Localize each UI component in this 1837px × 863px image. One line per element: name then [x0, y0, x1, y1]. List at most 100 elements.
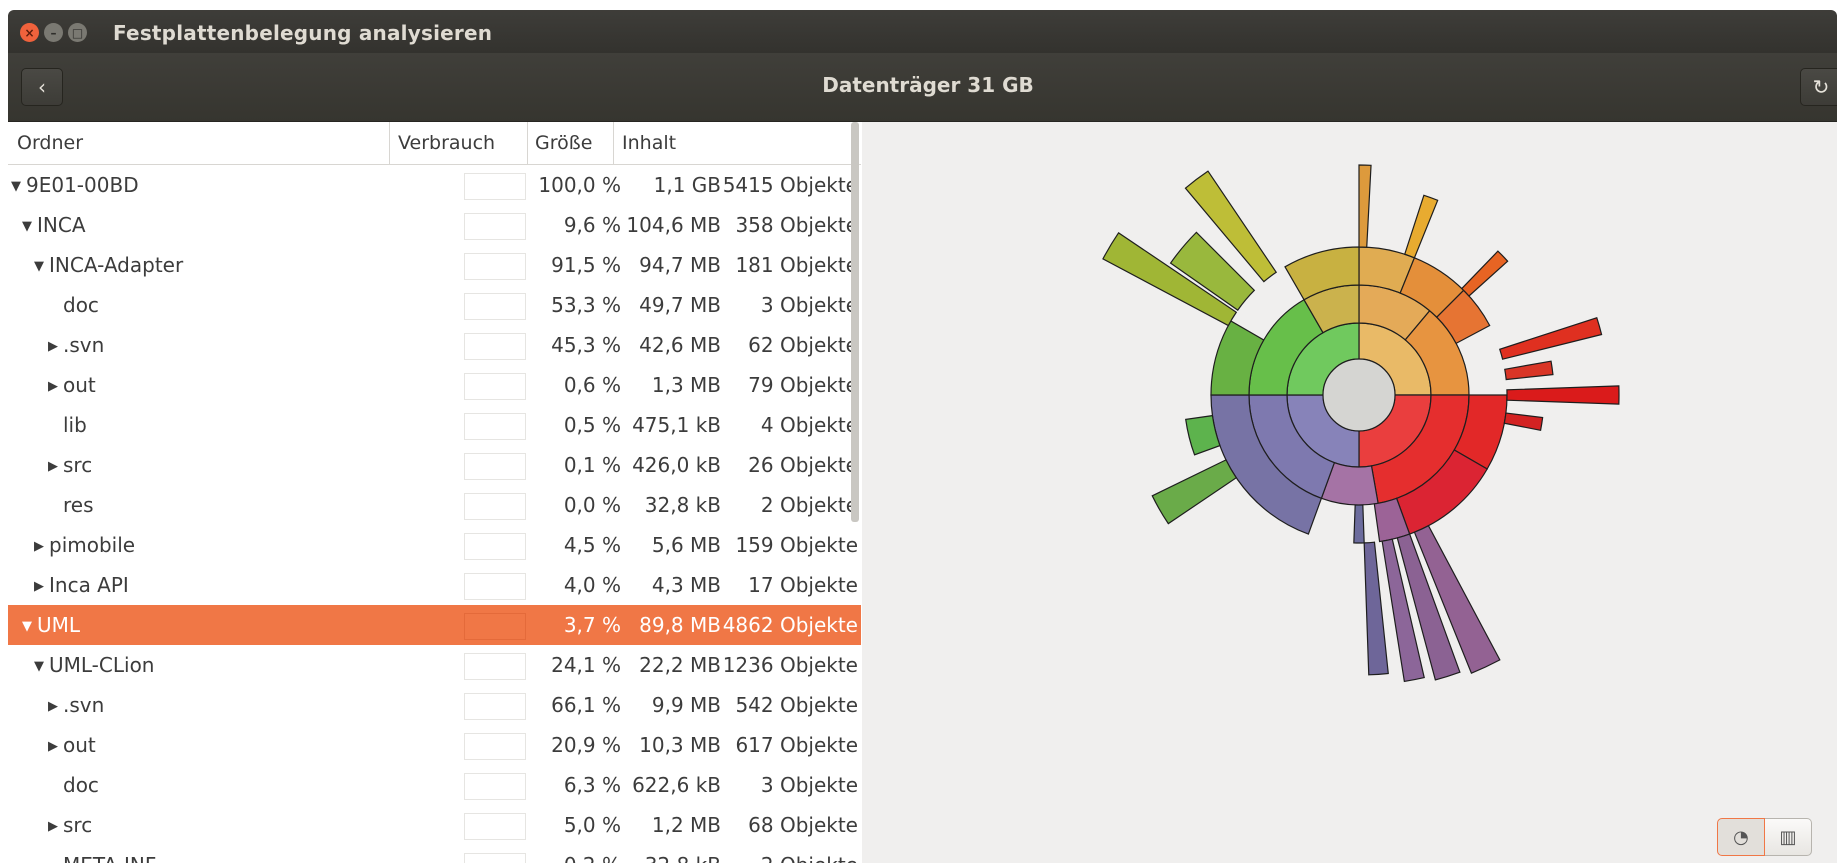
tree-row[interactable]: ▼ UML-CLion 24,1 % 22,2 MB 1236 Objekte: [8, 645, 861, 685]
column-header-inhalt[interactable]: Inhalt: [622, 132, 676, 154]
tree-row[interactable]: META-INF 0,2 % 32,8 kB 2 Objekte: [8, 845, 861, 863]
folder-name: ▶ src: [48, 453, 92, 477]
expander-arrow-icon[interactable]: ▶: [48, 819, 61, 834]
ring-segment[interactable]: [1151, 459, 1238, 525]
ring-chart-center[interactable]: [1322, 358, 1396, 432]
treemap-view-button[interactable]: ▥: [1765, 818, 1812, 856]
ring-segment[interactable]: [1503, 412, 1544, 432]
tree-row[interactable]: res 0,0 % 32,8 kB 2 Objekte: [8, 485, 861, 525]
tree-row[interactable]: ▼ INCA 9,6 % 104,6 MB 358 Objekte: [8, 205, 861, 245]
item-count: 159 Objekte: [735, 533, 858, 557]
tree-row[interactable]: ▶ src 5,0 % 1,2 MB 68 Objekte: [8, 805, 861, 845]
expander-arrow-icon[interactable]: ▶: [48, 739, 61, 754]
tree-row[interactable]: ▶ .svn 45,3 % 42,6 MB 62 Objekte: [8, 325, 861, 365]
item-count: 3 Objekte: [760, 773, 858, 797]
tree-row[interactable]: ▼ UML 3,7 % 89,8 MB 4862 Objekte: [8, 605, 861, 645]
folder-label: META-INF: [63, 853, 156, 863]
item-count: 2 Objekte: [760, 493, 858, 517]
usage-bar: [464, 213, 526, 240]
ring-segment[interactable]: [1353, 504, 1365, 544]
ring-segment[interactable]: [1363, 541, 1389, 676]
reload-button[interactable]: ↻: [1800, 68, 1837, 106]
folder-label: .svn: [63, 693, 105, 717]
tree-row[interactable]: lib 0,5 % 475,1 kB 4 Objekte: [8, 405, 861, 445]
item-count: 17 Objekte: [748, 573, 858, 597]
column-header-verbrauch[interactable]: Verbrauch: [398, 132, 495, 154]
folder-name: ▼ 9E01-00BD: [11, 173, 139, 197]
usage-percent: 20,9 %: [551, 733, 621, 757]
usage-bar: [464, 733, 526, 760]
item-count: 1236 Objekte: [722, 653, 858, 677]
ring-segment[interactable]: [1460, 250, 1509, 297]
folder-name: ▶ .svn: [48, 693, 104, 717]
ring-chart[interactable]: [862, 122, 1837, 863]
tree-row[interactable]: ▶ out 0,6 % 1,3 MB 79 Objekte: [8, 365, 861, 405]
usage-bar: [464, 693, 526, 720]
usage-bar: [464, 453, 526, 480]
column-divider[interactable]: [389, 122, 390, 164]
folder-size: 1,3 MB: [651, 373, 721, 397]
ring-segment[interactable]: [1498, 316, 1603, 360]
column-divider[interactable]: [613, 122, 614, 164]
usage-percent: 3,7 %: [563, 613, 621, 637]
window-close-button[interactable]: ×: [20, 23, 39, 42]
usage-bar: [464, 573, 526, 600]
expander-arrow-icon[interactable]: ▼: [34, 659, 47, 674]
folder-name: res: [63, 493, 94, 517]
folder-label: 9E01-00BD: [26, 173, 139, 197]
usage-percent: 5,0 %: [563, 813, 621, 837]
tree-row[interactable]: ▶ Inca API 4,0 % 4,3 MB 17 Objekte: [8, 565, 861, 605]
expander-arrow-icon[interactable]: ▶: [34, 539, 47, 554]
folder-label: UML-CLion: [49, 653, 155, 677]
window-controls: × – □: [20, 23, 87, 42]
usage-percent: 24,1 %: [551, 653, 621, 677]
expander-arrow-icon[interactable]: ▶: [34, 579, 47, 594]
folder-size: 42,6 MB: [639, 333, 721, 357]
expander-arrow-icon[interactable]: ▶: [48, 459, 61, 474]
column-header-groesse[interactable]: Größe: [535, 132, 592, 154]
folder-size: 475,1 kB: [632, 413, 721, 437]
expander-arrow-icon[interactable]: ▼: [22, 619, 35, 634]
window-maximize-button[interactable]: □: [68, 23, 87, 42]
tree-row[interactable]: ▶ pimobile 4,5 % 5,6 MB 159 Objekte: [8, 525, 861, 565]
expander-arrow-icon[interactable]: ▶: [48, 379, 61, 394]
tree-row[interactable]: ▶ out 20,9 % 10,3 MB 617 Objekte: [8, 725, 861, 765]
tree-row[interactable]: ▼ 9E01-00BD 100,0 % 1,1 GB 5415 Objekte: [8, 165, 861, 205]
tree-row[interactable]: ▶ src 0,1 % 426,0 kB 26 Objekte: [8, 445, 861, 485]
usage-bar: [464, 813, 526, 840]
tree-scrollbar[interactable]: [851, 122, 859, 522]
usage-bar: [464, 653, 526, 680]
folder-size: 22,2 MB: [639, 653, 721, 677]
folder-label: INCA: [37, 213, 86, 237]
tree-row[interactable]: ▶ .svn 66,1 % 9,9 MB 542 Objekte: [8, 685, 861, 725]
usage-percent: 91,5 %: [551, 253, 621, 277]
folder-size: 1,2 MB: [651, 813, 721, 837]
expander-arrow-icon[interactable]: ▼: [11, 179, 24, 194]
expander-arrow-icon[interactable]: ▶: [48, 699, 61, 714]
column-header-ordner[interactable]: Ordner: [17, 132, 83, 154]
header-bar: ‹ Datenträger 31 GB ↻: [8, 53, 1837, 122]
folder-label: lib: [63, 413, 87, 437]
column-divider[interactable]: [527, 122, 528, 164]
ring-segment[interactable]: [1403, 194, 1439, 259]
ring-segment[interactable]: [1358, 164, 1372, 248]
rings-view-button[interactable]: ◔: [1717, 818, 1765, 856]
ring-segment[interactable]: [1504, 360, 1554, 381]
folder-size: 104,6 MB: [626, 213, 721, 237]
expander-arrow-icon[interactable]: ▼: [22, 219, 35, 234]
folder-label: doc: [63, 773, 99, 797]
folder-size: 89,8 MB: [639, 613, 721, 637]
folder-label: src: [63, 453, 93, 477]
tree-row[interactable]: ▼ INCA-Adapter 91,5 % 94,7 MB 181 Objekte: [8, 245, 861, 285]
folder-size: 426,0 kB: [632, 453, 721, 477]
window-minimize-button[interactable]: –: [44, 23, 63, 42]
item-count: 617 Objekte: [735, 733, 858, 757]
tree-row[interactable]: doc 6,3 % 622,6 kB 3 Objekte: [8, 765, 861, 805]
usage-bar: [464, 373, 526, 400]
expander-arrow-icon[interactable]: ▼: [34, 259, 47, 274]
ring-segment[interactable]: [1506, 385, 1620, 405]
page-title: Datenträger 31 GB: [822, 73, 1034, 97]
ring-chart-icon: ◔: [1733, 826, 1749, 848]
expander-arrow-icon[interactable]: ▶: [48, 339, 61, 354]
tree-row[interactable]: doc 53,3 % 49,7 MB 3 Objekte: [8, 285, 861, 325]
